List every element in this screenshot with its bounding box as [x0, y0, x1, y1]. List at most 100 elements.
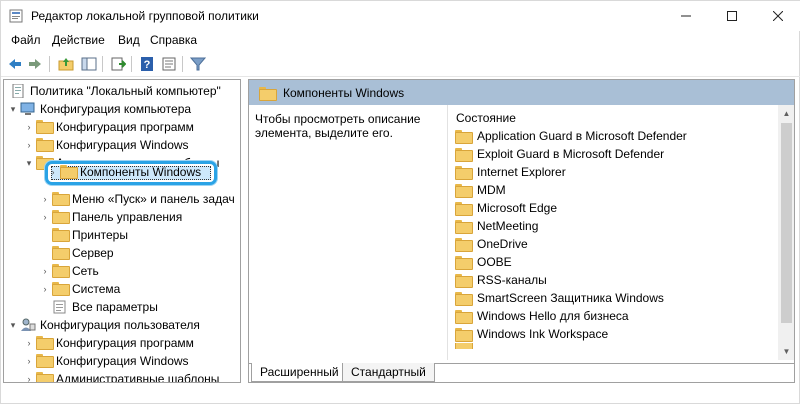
tree-label: Сервер: [72, 246, 114, 260]
tree-label: Меню «Пуск» и панель задач: [72, 192, 235, 206]
chevron-right-icon[interactable]: ›: [24, 136, 34, 154]
list-item-partial[interactable]: [455, 343, 477, 349]
minimize-icon: [681, 15, 691, 17]
tree-label: Политика "Локальный компьютер": [30, 84, 221, 98]
chevron-down-icon[interactable]: ▾: [8, 100, 18, 118]
tree-item-network[interactable]: › Сеть: [40, 262, 99, 280]
details-header-title: Компоненты Windows: [283, 85, 405, 100]
menu-action[interactable]: Действие: [49, 33, 108, 47]
tree-label: Конфигурация Windows: [56, 354, 189, 368]
pane-divider[interactable]: [447, 105, 448, 360]
tree-item-start-menu[interactable]: › Меню «Пуск» и панель задач: [40, 190, 235, 208]
list-item[interactable]: MDM: [455, 181, 506, 199]
tree-item-computer-config[interactable]: ▾ Конфигурация компьютера: [8, 100, 191, 118]
tree-label: Все параметры: [72, 300, 158, 314]
minimize-button[interactable]: [663, 1, 709, 31]
chevron-right-icon[interactable]: ›: [48, 163, 58, 181]
list-item[interactable]: OOBE: [455, 253, 512, 271]
tree-item-windows-components-content[interactable]: › Компоненты Windows: [48, 163, 201, 181]
toolbar: ?: [1, 51, 800, 77]
tree-item-control-panel[interactable]: › Панель управления: [40, 208, 182, 226]
list-item[interactable]: OneDrive: [455, 235, 528, 253]
menu-help[interactable]: Справка: [147, 33, 200, 47]
tree-item-user-config[interactable]: ▾ Конфигурация пользователя: [8, 316, 200, 334]
properties-button[interactable]: [159, 54, 179, 74]
show-hide-tree-icon: [81, 57, 97, 71]
export-list-button[interactable]: [108, 54, 128, 74]
folder-icon: [36, 354, 54, 368]
title-bar[interactable]: Редактор локальной групповой политики: [1, 1, 800, 31]
list-item[interactable]: Exploit Guard в Microsoft Defender: [455, 145, 664, 163]
filter-icon: [190, 57, 206, 71]
chevron-right-icon[interactable]: ›: [24, 352, 34, 370]
up-folder-button[interactable]: [56, 54, 76, 74]
tree-label: Конфигурация программ: [56, 336, 194, 350]
filter-button[interactable]: [188, 54, 208, 74]
details-description: Чтобы просмотреть описание элемента, выд…: [255, 112, 421, 140]
forward-button[interactable]: [25, 54, 45, 74]
maximize-button[interactable]: [709, 1, 755, 31]
tree-item-server[interactable]: Сервер: [40, 244, 114, 262]
folder-icon: [455, 256, 473, 270]
menu-file[interactable]: Файл: [8, 33, 44, 47]
help-button[interactable]: ?: [137, 54, 157, 74]
folder-icon: [36, 138, 54, 152]
folder-icon: [455, 292, 473, 306]
user-icon: [21, 318, 36, 331]
scroll-up-icon[interactable]: ▲: [778, 105, 794, 122]
folder-icon: [455, 166, 473, 180]
app-window: Редактор локальной групповой политики Фа…: [0, 0, 800, 404]
properties-icon: [162, 57, 176, 71]
column-header-state[interactable]: Состояние: [456, 111, 516, 125]
tree-item-uc-programs[interactable]: › Конфигурация программ: [24, 334, 194, 352]
chevron-right-icon[interactable]: ›: [24, 118, 34, 136]
chevron-down-icon[interactable]: ▾: [24, 154, 34, 172]
tree-item-root[interactable]: Политика "Локальный компьютер": [8, 82, 221, 100]
list-item[interactable]: RSS-каналы: [455, 271, 547, 289]
back-button[interactable]: [5, 54, 25, 74]
tree-item-cc-windows[interactable]: › Конфигурация Windows: [24, 136, 189, 154]
list-item[interactable]: Internet Explorer: [455, 163, 566, 181]
close-button[interactable]: [755, 1, 800, 31]
chevron-right-icon[interactable]: ›: [40, 280, 50, 298]
tree-item-cc-programs[interactable]: › Конфигурация программ: [24, 118, 194, 136]
list-item[interactable]: Application Guard в Microsoft Defender: [455, 127, 687, 145]
chevron-down-icon[interactable]: ▾: [8, 316, 18, 334]
tab-extended[interactable]: Расширенный: [251, 363, 348, 382]
list-item[interactable]: SmartScreen Защитника Windows: [455, 289, 664, 307]
tree-item-uc-admin[interactable]: › Административные шаблоны: [24, 370, 219, 382]
chevron-right-icon[interactable]: ›: [40, 190, 50, 208]
chevron-right-icon[interactable]: ›: [24, 334, 34, 352]
list-item[interactable]: Windows Ink Workspace: [455, 325, 608, 343]
vertical-scrollbar[interactable]: ▲ ▼: [778, 105, 794, 360]
chevron-right-icon[interactable]: ›: [24, 370, 34, 382]
tree-pane[interactable]: Политика "Локальный компьютер" ▾ Конфигу…: [3, 79, 241, 383]
forward-icon: [29, 59, 41, 69]
view-tabs: Расширенный Стандартный: [249, 363, 794, 382]
tree-label: Принтеры: [72, 228, 128, 242]
show-hide-tree-button[interactable]: [79, 54, 99, 74]
folder-icon: [455, 202, 473, 216]
folder-icon: [455, 220, 473, 234]
tree-label: Система: [72, 282, 121, 296]
tree-label: Конфигурация Windows: [56, 138, 189, 152]
tab-standard[interactable]: Стандартный: [342, 363, 435, 382]
tree-item-uc-windows[interactable]: › Конфигурация Windows: [24, 352, 189, 370]
tree-label: Конфигурация пользователя: [40, 318, 200, 332]
svg-text:?: ?: [144, 59, 151, 71]
menu-view[interactable]: Вид: [115, 33, 143, 47]
tree-item-all-settings[interactable]: Все параметры: [40, 298, 158, 316]
list-item[interactable]: Microsoft Edge: [455, 199, 557, 217]
tree-item-printers[interactable]: Принтеры: [40, 226, 128, 244]
tree-item-windows-components[interactable]: › Компоненты Windows: [45, 161, 217, 185]
scroll-thumb[interactable]: [781, 123, 792, 323]
chevron-right-icon[interactable]: ›: [40, 262, 50, 280]
export-list-icon: [111, 57, 126, 71]
tree-item-system[interactable]: › Система: [40, 280, 120, 298]
list-item[interactable]: NetMeeting: [455, 217, 538, 235]
list-item[interactable]: Windows Hello для бизнеса: [455, 307, 629, 325]
scroll-down-icon[interactable]: ▼: [778, 343, 794, 360]
folder-icon: [36, 372, 54, 382]
chevron-right-icon[interactable]: ›: [40, 208, 50, 226]
folder-icon: [52, 264, 70, 278]
